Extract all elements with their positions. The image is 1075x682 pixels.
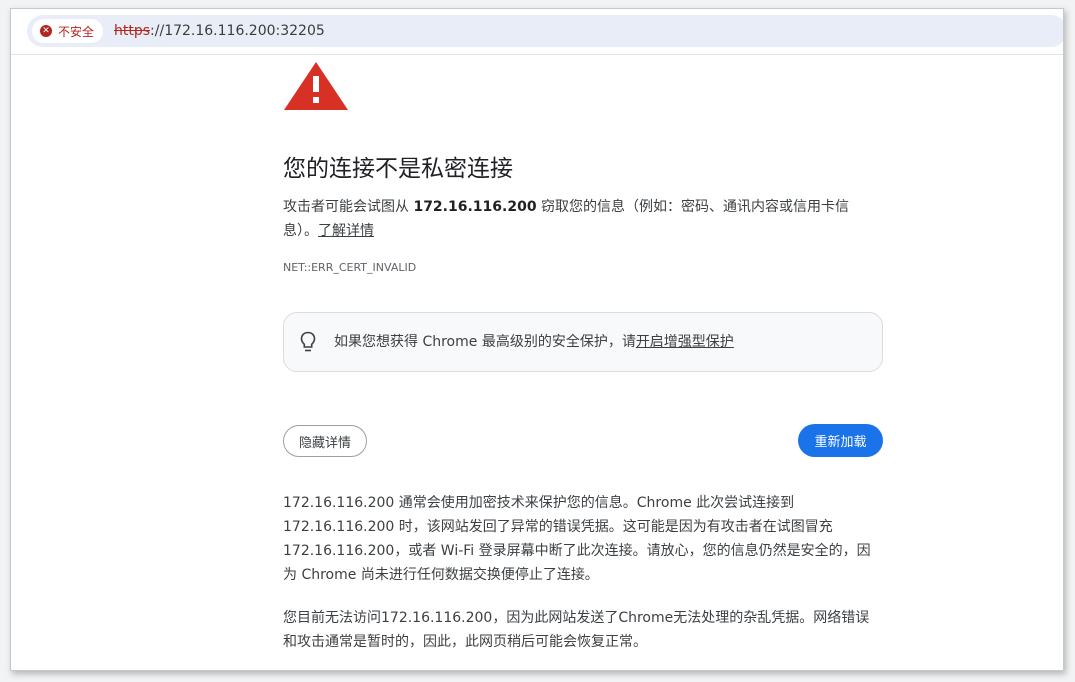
security-chip[interactable]: ✕ 不安全 <box>32 19 104 43</box>
not-secure-label: 不安全 <box>58 24 95 39</box>
omnibox[interactable]: ✕ 不安全 https://172.16.116.200:32205 <box>27 15 1063 47</box>
details-paragraph-1: 172.16.116.200 通常会使用加密技术来保护您的信息。Chrome 此… <box>283 495 871 583</box>
enhanced-protection-promo: 如果您想获得 Chrome 最高级别的安全保护，请开启增强型保护 <box>283 312 883 372</box>
url-scheme: https <box>114 23 151 39</box>
warning-triangle-icon <box>284 62 348 110</box>
url-text[interactable]: https://172.16.116.200:32205 <box>114 15 325 47</box>
intro-host: 172.16.116.200 <box>413 199 537 215</box>
reload-button[interactable]: 重新加载 <box>798 424 883 457</box>
browser-window: ✕ 不安全 https://172.16.116.200:32205 您的连接不… <box>10 8 1064 671</box>
enable-enhanced-protection-link[interactable]: 开启增强型保护 <box>636 334 734 350</box>
error-code: NET::ERR_CERT_INVALID <box>283 261 417 274</box>
address-bar-area: ✕ 不安全 https://172.16.116.200:32205 <box>11 9 1063 55</box>
hide-details-button[interactable]: 隐藏详情 <box>283 425 367 457</box>
lightbulb-icon <box>300 331 316 352</box>
enhanced-protection-label: 如果您想获得 Chrome 最高级别的安全保护，请 <box>334 334 636 350</box>
learn-more-link[interactable]: 了解详情 <box>318 223 374 239</box>
page-title: 您的连接不是私密连接 <box>283 156 513 182</box>
intro-text: 攻击者可能会试图从 172.16.116.200 窃取您的信息（例如：密码、通讯… <box>283 195 883 243</box>
intro-before: 攻击者可能会试图从 <box>283 199 414 215</box>
url-host: ://172.16.116.200:32205 <box>150 23 325 39</box>
error-circle-icon: ✕ <box>40 25 52 37</box>
enhanced-protection-text: 如果您想获得 Chrome 最高级别的安全保护，请开启增强型保护 <box>334 313 734 371</box>
details-paragraph-2: 您目前无法访问172.16.116.200，因为此网站发送了Chrome无法处理… <box>283 610 870 650</box>
